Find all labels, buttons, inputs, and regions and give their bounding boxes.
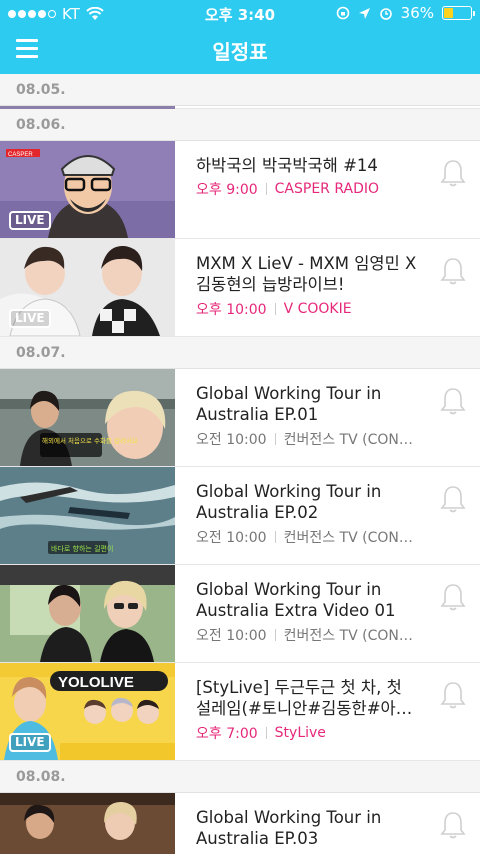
date-header: 08.07. [0, 337, 480, 369]
bell-icon[interactable] [440, 256, 466, 286]
status-bar: KT 오후 3:40 36% [0, 0, 480, 28]
bell-icon[interactable] [440, 386, 466, 416]
bell-icon[interactable] [440, 484, 466, 514]
item-title: 하박국의 박국박국해 #14 [196, 156, 378, 175]
video-thumbnail[interactable]: YOLOLIVE LIVE [0, 663, 175, 760]
date-header: 08.05. [0, 74, 480, 106]
item-title: Global Working Tour in Australia Extra V… [196, 580, 396, 620]
item-channel: CASPER RADIO [274, 181, 380, 197]
location-icon [358, 7, 370, 19]
item-meta: 오후 10:00 V COOKIE [196, 299, 352, 319]
item-time: 오후 9:00 [196, 182, 258, 198]
schedule-list[interactable]: 08.05. 08.06. CASPER LIVE 하박국의 박국박국해 #14… [0, 74, 480, 854]
list-item[interactable]: YOLOLIVE LIVE [StyLive] 두근두근 첫 차, 첫 설레임(… [0, 663, 480, 761]
list-item[interactable]: LIVE MXM X LieV - MXM 임영민 X 김동현의 늡방라이브! … [0, 239, 480, 337]
item-time: 오전 10:00 [196, 628, 267, 644]
live-badge: LIVE [9, 211, 51, 230]
item-channel: 컨버전스 TV (CON… [283, 530, 413, 546]
item-meta: 오후 7:00 StyLive [196, 723, 326, 743]
page-title: 일정표 [212, 40, 268, 64]
video-thumbnail[interactable] [0, 565, 175, 662]
date-header: 08.06. [0, 109, 480, 141]
item-title: Global Working Tour in Australia EP.02 [196, 482, 382, 522]
live-badge: LIVE [9, 309, 51, 328]
list-item[interactable]: 바다로 향하는 길편이 Global Working Tour in Austr… [0, 467, 480, 565]
item-time: 오전 10:00 [196, 432, 267, 448]
list-item[interactable]: Global Working Tour in Australia Extra V… [0, 565, 480, 663]
item-channel: StyLive [274, 725, 326, 741]
item-channel: 컨버전스 TV (CON… [283, 628, 413, 644]
bell-icon[interactable] [440, 810, 466, 840]
video-thumbnail[interactable] [0, 793, 175, 854]
alarm-icon [379, 8, 392, 20]
live-badge: LIVE [9, 733, 51, 752]
date-header: 08.08. [0, 761, 480, 793]
item-meta: 오전 10:00 컨버전스 TV (CON… [196, 625, 413, 645]
thumbnail-logo: CASPER [8, 152, 33, 158]
battery-percent: 36% [400, 4, 434, 22]
item-channel: V COOKIE [283, 301, 352, 317]
nav-bar: 일정표 [0, 28, 480, 74]
item-meta: 오전 10:00 컨버전스 TV (CON… [196, 527, 413, 547]
thumbnail-caption: 해외에서 처음으로 수화를 걸려서요 [42, 436, 138, 445]
battery-icon [442, 6, 475, 20]
item-title: MXM X LieV - MXM 임영민 X 김동현의 늡방라이브! [196, 254, 417, 294]
video-thumbnail[interactable]: LIVE [0, 239, 175, 336]
item-time: 오전 10:00 [196, 530, 267, 546]
video-thumbnail[interactable]: 해외에서 처음으로 수화를 걸려서요 [0, 369, 175, 466]
rotation-lock-icon [336, 6, 349, 20]
item-channel: 컨버전스 TV (CON… [283, 432, 413, 448]
item-title: Global Working Tour in Australia EP.03 [196, 808, 382, 848]
item-time: 오후 10:00 [196, 302, 267, 318]
bell-icon[interactable] [440, 582, 466, 612]
list-item[interactable]: CASPER LIVE 하박국의 박국박국해 #14 오후 9:00 CASPE… [0, 141, 480, 239]
thumbnail-caption: 바다로 향하는 길편이 [51, 544, 113, 553]
video-thumbnail[interactable]: CASPER LIVE [0, 141, 175, 238]
item-meta: 오전 10:00 컨버전스 TV (CON… [196, 429, 413, 449]
thumbnail-logo: YOLOLIVE [58, 674, 134, 691]
item-title: Global Working Tour in Australia EP.01 [196, 384, 382, 424]
bell-icon[interactable] [440, 158, 466, 188]
list-item[interactable] [0, 106, 480, 109]
video-thumbnail[interactable]: 바다로 향하는 길편이 [0, 467, 175, 564]
item-title: [StyLive] 두근두근 첫 차, 첫 설레임(#토니안#김동한#아… [196, 678, 413, 718]
list-item[interactable]: Global Working Tour in Australia EP.03 [0, 793, 480, 854]
item-meta: 오후 9:00 CASPER RADIO [196, 179, 379, 199]
list-item[interactable]: 해외에서 처음으로 수화를 걸려서요 Global Working Tour i… [0, 369, 480, 467]
item-time: 오후 7:00 [196, 726, 258, 742]
bell-icon[interactable] [440, 680, 466, 710]
status-right: 36% [336, 4, 475, 22]
